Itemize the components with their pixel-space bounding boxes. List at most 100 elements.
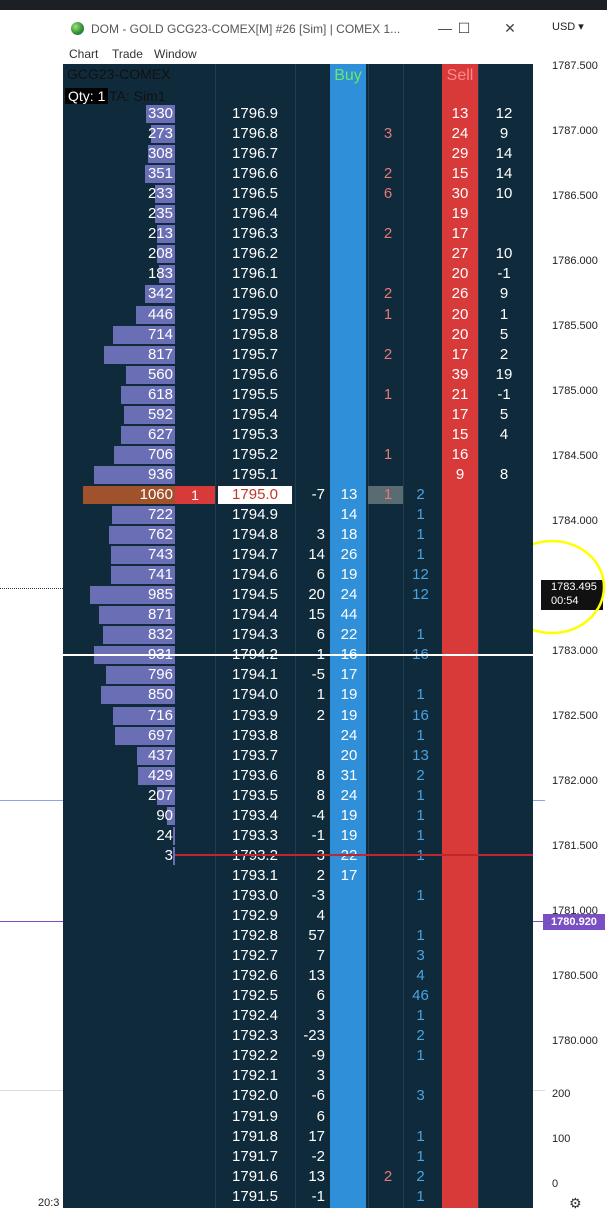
sell-cell[interactable] (443, 906, 477, 926)
sell-cell[interactable] (443, 826, 477, 846)
position-marker[interactable]: 1 (175, 485, 215, 504)
sell-cell[interactable] (443, 485, 477, 505)
sell-cell[interactable] (443, 1187, 477, 1207)
ladder-row[interactable]: 1792.1 3 (63, 1066, 533, 1086)
ladder-row[interactable]: 1792.0 -6 3 (63, 1086, 533, 1106)
ladder-row[interactable]: 1792.9 4 (63, 906, 533, 926)
sell-cell[interactable] (443, 1107, 477, 1127)
currency-label[interactable]: USD ▾ (552, 20, 584, 33)
ladder-row[interactable]: 743 1794.7 14 26 1 (63, 545, 533, 565)
ladder-row[interactable]: 351 1796.6 2 15 14 (63, 164, 533, 184)
ladder-row[interactable]: 1793.1 2 17 (63, 866, 533, 886)
sell-cell[interactable]: 20 (443, 305, 477, 325)
sell-cell[interactable] (443, 966, 477, 986)
ladder-row[interactable]: 90 1793.4 -4 19 1 (63, 806, 533, 826)
buy-cell[interactable]: 19 (331, 565, 367, 585)
menu-trade[interactable]: Trade (112, 47, 143, 61)
sell-cell[interactable] (443, 685, 477, 705)
ladder-row[interactable]: 273 1796.8 3 24 9 (63, 124, 533, 144)
ladder-row[interactable]: 592 1795.4 17 5 (63, 405, 533, 425)
qty-box[interactable]: Qty: 1 (65, 88, 109, 104)
buy-cell[interactable]: 17 (331, 665, 367, 685)
sell-cell[interactable] (443, 625, 477, 645)
buy-cell[interactable] (331, 184, 367, 204)
sell-cell[interactable]: 13 (443, 104, 477, 124)
buy-cell[interactable] (331, 164, 367, 184)
buy-cell[interactable] (331, 1006, 367, 1026)
ladder-row[interactable]: 1791.7 -2 1 (63, 1147, 533, 1167)
sell-cell[interactable] (443, 726, 477, 746)
ladder-row[interactable]: 1793.0 -3 1 (63, 886, 533, 906)
sell-cell[interactable]: 24 (443, 124, 477, 144)
ladder-row[interactable]: 1792.5 6 46 (63, 986, 533, 1006)
ladder-row[interactable]: 618 1795.5 1 21 -1 (63, 385, 533, 405)
ladder-row[interactable]: 936 1795.1 9 8 (63, 465, 533, 485)
ladder-row[interactable]: 722 1794.9 14 1 (63, 505, 533, 525)
sell-cell[interactable] (443, 886, 477, 906)
sell-cell[interactable] (443, 525, 477, 545)
sell-cell[interactable]: 19 (443, 204, 477, 224)
buy-cell[interactable]: 18 (331, 525, 367, 545)
buy-cell[interactable]: 13 (331, 485, 367, 505)
buy-cell[interactable]: 26 (331, 545, 367, 565)
title-bar[interactable]: DOM - GOLD GCG23-COMEX[M] #26 [Sim] | CO… (63, 14, 533, 44)
sell-cell[interactable] (443, 585, 477, 605)
buy-cell[interactable]: 20 (331, 746, 367, 766)
ladder-row[interactable]: 1791.9 6 (63, 1107, 533, 1127)
qty-value[interactable]: 1 (98, 88, 106, 104)
buy-cell[interactable] (331, 124, 367, 144)
ladder-row[interactable]: 1791.6 13 2 2 (63, 1167, 533, 1187)
buy-cell[interactable] (331, 946, 367, 966)
ladder-row[interactable]: 308 1796.7 29 14 (63, 144, 533, 164)
buy-cell[interactable] (331, 465, 367, 485)
buy-cell[interactable]: 19 (331, 685, 367, 705)
ladder-row[interactable]: 697 1793.8 24 1 (63, 726, 533, 746)
menu-window[interactable]: Window (154, 47, 197, 61)
ladder-row[interactable]: 832 1794.3 6 22 1 (63, 625, 533, 645)
buy-cell[interactable] (331, 365, 367, 385)
sell-cell[interactable] (443, 505, 477, 525)
sell-cell[interactable]: 9 (443, 465, 477, 485)
buy-cell[interactable] (331, 345, 367, 365)
ladder-row[interactable]: 850 1794.0 1 19 1 (63, 685, 533, 705)
ladder-row[interactable]: 714 1795.8 20 5 (63, 325, 533, 345)
ladder-row[interactable]: 627 1795.3 15 4 (63, 425, 533, 445)
buy-cell[interactable]: 19 (331, 806, 367, 826)
buy-cell[interactable] (331, 204, 367, 224)
buy-cell[interactable] (331, 886, 367, 906)
ladder-row[interactable]: 871 1794.4 15 44 (63, 605, 533, 625)
buy-cell[interactable]: 19 (331, 706, 367, 726)
sell-cell[interactable] (443, 1147, 477, 1167)
ladder-row[interactable]: 235 1796.4 19 (63, 204, 533, 224)
buy-cell[interactable]: 31 (331, 766, 367, 786)
sell-cell[interactable] (443, 1046, 477, 1066)
ladder-row[interactable]: 1792.2 -9 1 (63, 1046, 533, 1066)
sell-cell[interactable]: 17 (443, 224, 477, 244)
buy-cell[interactable] (331, 926, 367, 946)
ladder-row[interactable]: 208 1796.2 27 10 (63, 244, 533, 264)
ladder-row[interactable]: 985 1794.5 20 24 12 (63, 585, 533, 605)
sell-cell[interactable] (443, 806, 477, 826)
buy-cell[interactable] (331, 1127, 367, 1147)
ladder-row[interactable]: 1792.3 -23 2 (63, 1026, 533, 1046)
buy-cell[interactable] (331, 325, 367, 345)
buy-cell[interactable]: 24 (331, 726, 367, 746)
buy-cell[interactable] (331, 244, 367, 264)
buy-cell[interactable]: 24 (331, 786, 367, 806)
sell-cell[interactable]: 20 (443, 264, 477, 284)
sell-cell[interactable] (443, 545, 477, 565)
ladder-row[interactable]: 437 1793.7 20 13 (63, 746, 533, 766)
ladder-row[interactable]: 1792.6 13 4 (63, 966, 533, 986)
buy-cell[interactable]: 14 (331, 505, 367, 525)
sell-cell[interactable] (443, 1026, 477, 1046)
buy-cell[interactable] (331, 264, 367, 284)
sell-cell[interactable]: 15 (443, 164, 477, 184)
ladder-row[interactable]: 233 1796.5 6 30 10 (63, 184, 533, 204)
buy-cell[interactable] (331, 425, 367, 445)
ladder-row[interactable]: 762 1794.8 3 18 1 (63, 525, 533, 545)
buy-cell[interactable]: 24 (331, 585, 367, 605)
sell-cell[interactable]: 20 (443, 325, 477, 345)
sell-cell[interactable]: 17 (443, 405, 477, 425)
sell-cell[interactable] (443, 605, 477, 625)
sell-cell[interactable] (443, 1086, 477, 1106)
